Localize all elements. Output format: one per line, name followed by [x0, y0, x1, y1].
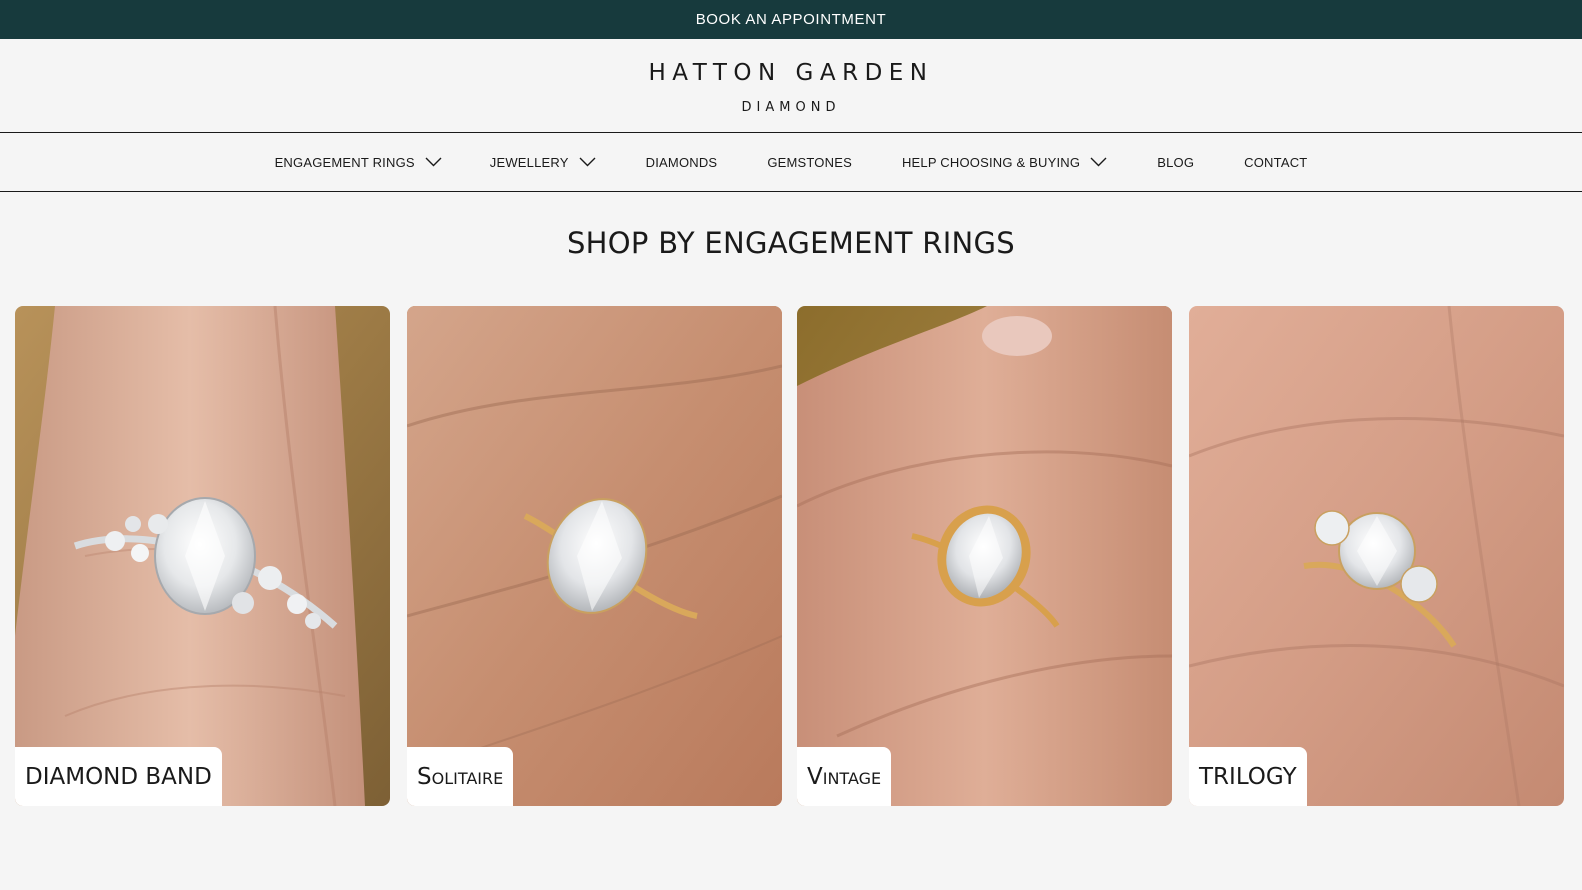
nav-item-diamonds[interactable]: DIAMONDS: [646, 155, 718, 170]
brand-logo[interactable]: HATTON GARDEN DIAMOND: [648, 56, 933, 115]
nav-item-engagement-rings[interactable]: ENGAGEMENT RINGS: [275, 155, 442, 170]
announcement-bar: BOOK AN APPOINTMENT: [0, 0, 1582, 39]
category-card-vintage[interactable]: Vintage: [797, 306, 1172, 806]
category-label-text: Vintage: [807, 763, 882, 790]
header: HATTON GARDEN DIAMOND: [0, 39, 1582, 133]
nav-item-label: GEMSTONES: [767, 154, 852, 170]
nav-item-label: BLOG: [1157, 154, 1195, 170]
nav-item-jewellery[interactable]: JEWELLERY: [490, 155, 596, 170]
nav-item-label: DIAMONDS: [645, 154, 718, 170]
nav-item-gemstones[interactable]: GEMSTONES: [767, 155, 852, 170]
category-label: DIAMOND BAND: [15, 747, 222, 806]
nav-item-contact[interactable]: CONTACT: [1244, 155, 1307, 170]
category-label: TRILOGY: [1189, 747, 1307, 806]
ring-photo-vintage: [797, 306, 1172, 806]
nav-item-label: ENGAGEMENT RINGS: [274, 154, 415, 170]
section-title: SHOP BY ENGAGEMENT RINGS: [566, 226, 1016, 260]
category-card-diamond-band[interactable]: DIAMOND BAND: [15, 306, 390, 806]
nav-item-blog[interactable]: BLOG: [1157, 155, 1194, 170]
category-card-trilogy[interactable]: TRILOGY: [1189, 306, 1564, 806]
ring-photo-diamond-band: [15, 306, 390, 806]
chevron-down-icon: [425, 157, 442, 167]
nav-item-label: JEWELLERY: [489, 154, 569, 170]
brand-name: HATTON GARDEN: [648, 60, 934, 86]
nav-item-label: HELP CHOOSING & BUYING: [901, 154, 1081, 170]
book-appointment-link[interactable]: BOOK AN APPOINTMENT: [696, 11, 887, 28]
chevron-down-icon: [579, 157, 596, 167]
nav-item-help-choosing-buying[interactable]: HELP CHOOSING & BUYING: [902, 155, 1107, 170]
ring-photo-trilogy: [1189, 306, 1564, 806]
category-grid: DIAMOND BAND Solitaire Vintage TRILOGY: [15, 306, 1567, 806]
nav-item-label: CONTACT: [1244, 154, 1308, 170]
category-card-solitaire[interactable]: Solitaire: [407, 306, 782, 806]
chevron-down-icon: [1090, 157, 1107, 167]
brand-subtitle: DIAMOND: [741, 100, 841, 115]
ring-photo-solitaire: [407, 306, 782, 806]
category-label-text: Solitaire: [417, 763, 504, 790]
main-navigation: ENGAGEMENT RINGS JEWELLERY DIAMONDS GEMS…: [0, 133, 1582, 192]
category-label: Solitaire: [407, 747, 514, 806]
category-label: Vintage: [797, 747, 892, 806]
